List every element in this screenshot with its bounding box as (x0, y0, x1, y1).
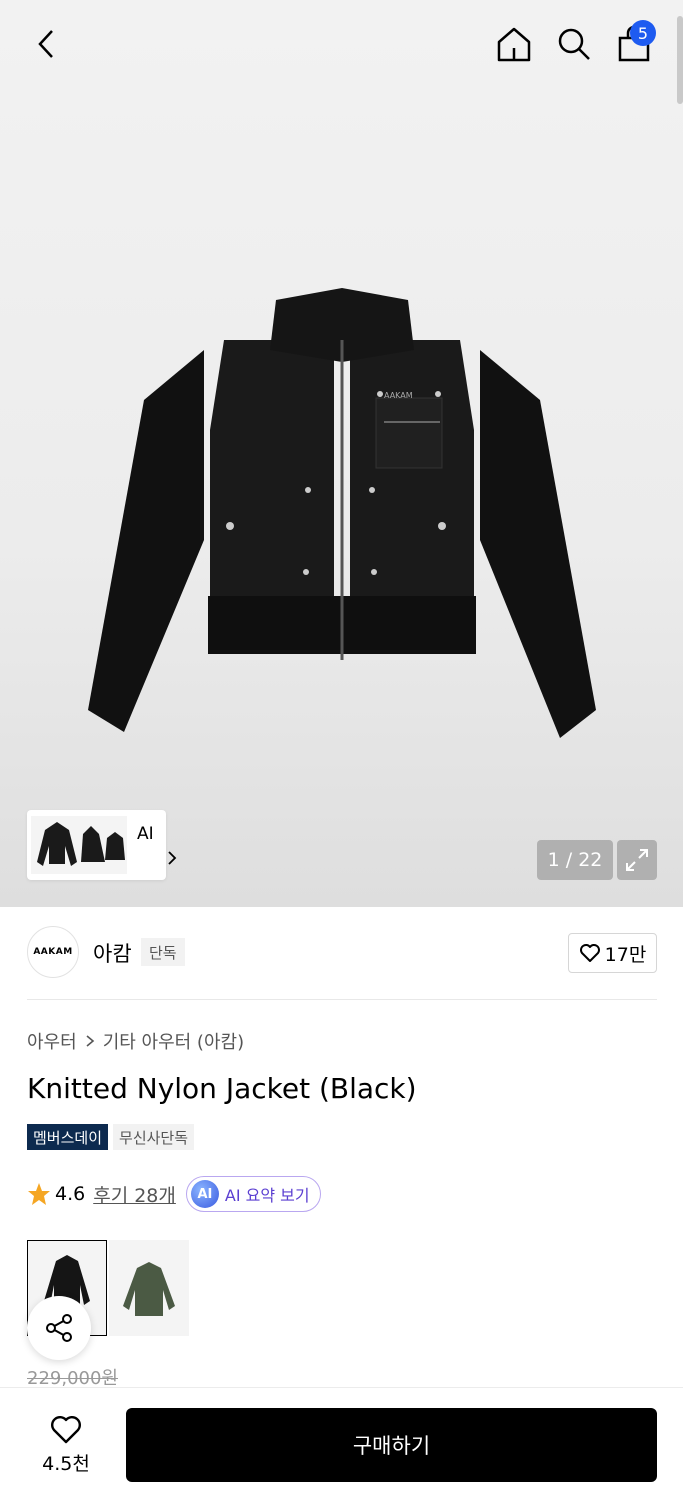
expand-button[interactable] (617, 840, 657, 880)
ai-summary-button[interactable]: AI AI 요약 보기 (185, 1176, 321, 1212)
brand-row: AAKAM 아캄 단독 17만 (27, 926, 657, 980)
back-button[interactable] (22, 22, 70, 66)
brand-logo[interactable]: AAKAM (27, 926, 79, 978)
rating-value: 4.6 (55, 1183, 86, 1205)
exclusive-badge: 무신사단독 (113, 1124, 195, 1150)
image-counter: 1 / 22 (537, 840, 613, 880)
cart-count-badge: 5 (630, 20, 656, 46)
ai-summary-label: AI 요약 보기 (224, 1186, 310, 1205)
color-option-khaki[interactable] (109, 1240, 189, 1336)
share-icon (46, 1314, 72, 1342)
home-button[interactable] (492, 20, 536, 68)
rating-row: 4.6 후기 28개 AI AI 요약 보기 (27, 1176, 321, 1212)
svg-text:AAKAM: AAKAM (384, 391, 413, 400)
scrollbar[interactable] (677, 16, 683, 104)
bottom-action-bar: 4.5천 구매하기 (0, 1387, 683, 1500)
reviews-link[interactable]: 후기 28개 (93, 1181, 176, 1208)
heart-icon (51, 1415, 81, 1443)
expand-icon (626, 849, 648, 871)
ai-orb-icon: AI (190, 1180, 219, 1208)
wishlist-button[interactable]: 4.5천 (30, 1408, 102, 1482)
brand-exclusive-tag: 단독 (141, 938, 185, 966)
product-image: AAKAM (88, 288, 596, 738)
members-day-badge: 멤버스데이 (27, 1124, 109, 1150)
home-icon (497, 27, 531, 62)
brand-name[interactable]: 아캄 (93, 938, 132, 968)
search-button[interactable] (552, 20, 596, 68)
heart-icon (579, 944, 600, 962)
buy-button[interactable]: 구매하기 (126, 1408, 657, 1482)
chevron-right-icon (86, 1035, 94, 1047)
product-badges: 멤버스데이 무신사단독 (27, 1124, 195, 1150)
thumbnail-images (31, 816, 127, 874)
product-image-gallery[interactable]: AAKAM (0, 0, 683, 907)
share-button[interactable] (27, 1296, 91, 1360)
wishlist-count: 4.5천 (42, 1452, 90, 1475)
brand-like-button[interactable]: 17만 (568, 933, 657, 973)
chevron-right-icon (168, 851, 177, 865)
breadcrumb-subcategory[interactable]: 기타 아우터 (아캄) (103, 1028, 244, 1054)
divider (27, 999, 657, 1000)
product-title: Knitted Nylon Jacket (Black) (27, 1072, 417, 1105)
ai-label: AI (137, 824, 154, 844)
brand-like-count: 17만 (604, 943, 647, 966)
ai-thumbnail-card[interactable]: AI (27, 810, 177, 880)
search-icon (558, 28, 590, 60)
breadcrumb-category[interactable]: 아우터 (27, 1028, 77, 1054)
khaki-jacket-thumbnail (123, 1262, 175, 1316)
breadcrumb: 아우터 기타 아우터 (아캄) (27, 1028, 244, 1054)
top-navigation-bar: 5 (0, 0, 683, 90)
chevron-left-icon (38, 30, 53, 58)
star-icon (28, 1183, 50, 1205)
